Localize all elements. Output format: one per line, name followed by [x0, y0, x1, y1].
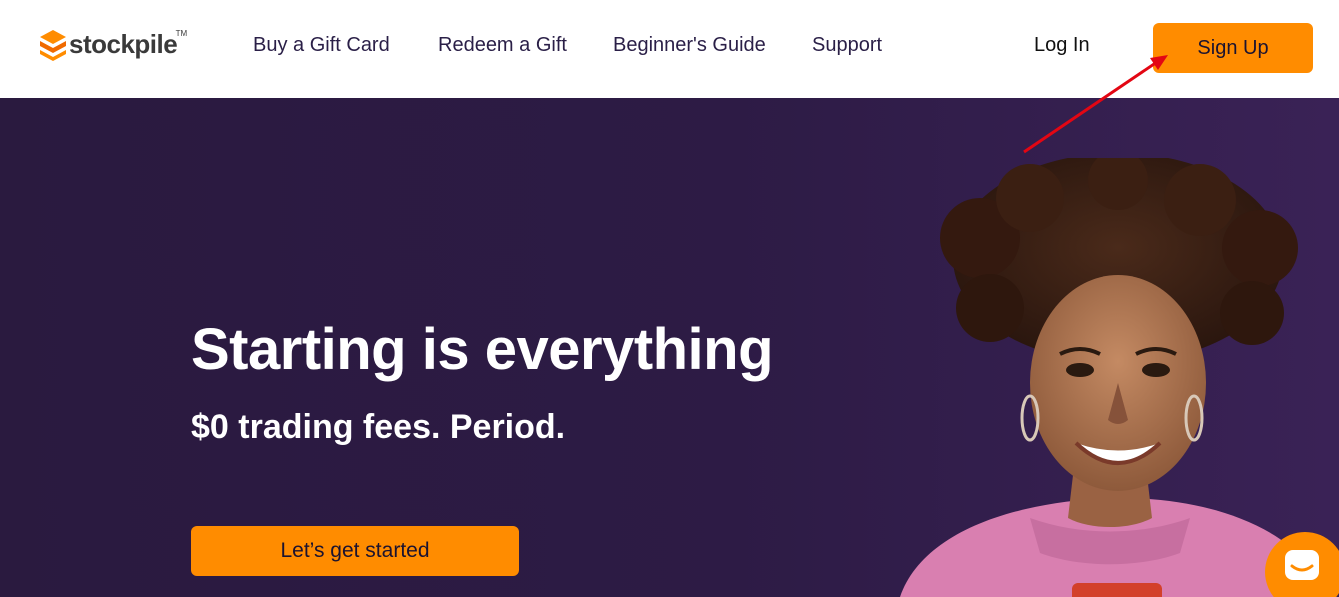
nav-support[interactable]: Support [812, 34, 882, 57]
hero-title: Starting is everything [191, 317, 774, 382]
chat-icon [1285, 550, 1319, 580]
site-header: stockpile TM Buy a Gift Card Redeem a Gi… [0, 0, 1339, 98]
nav-beginners-guide[interactable]: Beginner's Guide [613, 34, 766, 57]
login-link[interactable]: Log In [1034, 34, 1090, 57]
logo-wordmark: stockpile [69, 28, 178, 59]
trademark-symbol: TM [175, 29, 188, 38]
hero-section: Starting is everything $0 trading fees. … [0, 98, 1339, 597]
hero-subtitle: $0 trading fees. Period. [191, 408, 566, 446]
stockpile-logo-icon [39, 28, 67, 62]
chat-launcher-button[interactable] [1265, 532, 1339, 597]
nav-buy-gift-card[interactable]: Buy a Gift Card [253, 34, 390, 57]
stockpile-logo[interactable]: stockpile TM [39, 28, 187, 62]
signup-button[interactable]: Sign Up [1153, 23, 1313, 73]
get-started-button[interactable]: Let’s get started [191, 526, 519, 576]
nav-redeem-gift[interactable]: Redeem a Gift [438, 34, 567, 57]
